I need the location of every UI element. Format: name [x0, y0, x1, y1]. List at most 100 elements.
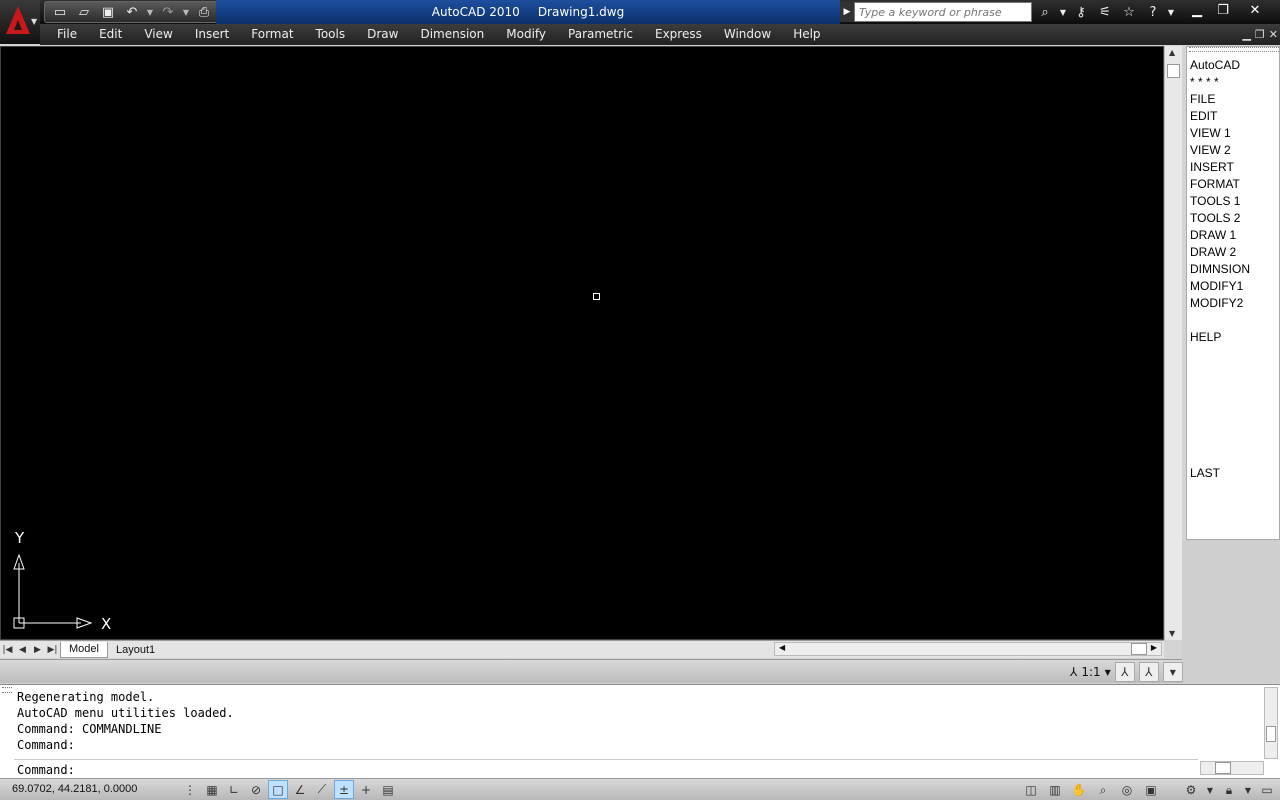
dynamic-ucs-icon[interactable]: ⟋: [312, 780, 332, 799]
minimize-button[interactable]: ▁: [1184, 0, 1210, 20]
tab-layout1[interactable]: Layout1: [108, 642, 163, 658]
save-icon[interactable]: ▣: [97, 2, 119, 22]
infocenter-search-input[interactable]: [854, 2, 1032, 22]
screen-menu-item[interactable]: TOOLS 2: [1187, 210, 1279, 227]
screen-menu-item[interactable]: FORMAT: [1187, 176, 1279, 193]
undo-icon[interactable]: ↶: [121, 2, 143, 22]
quick-view-layouts-icon[interactable]: ▥: [1044, 781, 1066, 800]
zoom-icon[interactable]: ⌕: [1092, 781, 1114, 800]
application-menu-button[interactable]: ▼: [0, 0, 40, 44]
chevron-down-icon[interactable]: ▼: [1204, 781, 1216, 800]
menu-edit[interactable]: Edit: [88, 24, 133, 45]
menu-draw[interactable]: Draw: [356, 24, 409, 45]
screen-menu-item[interactable]: MODIFY1: [1187, 278, 1279, 295]
doc-close-icon[interactable]: ✕: [1269, 28, 1278, 41]
subscription-key-icon[interactable]: ⚷: [1070, 2, 1092, 22]
open-folder-icon[interactable]: ▱: [73, 2, 95, 22]
screen-menu-item[interactable]: DIMNSION: [1187, 261, 1279, 278]
scrollbar-thumb[interactable]: [1167, 64, 1180, 78]
screen-menu-item[interactable]: * * * *: [1187, 74, 1279, 91]
restore-button[interactable]: ❐: [1210, 0, 1236, 20]
menu-insert[interactable]: Insert: [184, 24, 240, 45]
command-horizontal-scrollbar[interactable]: [1200, 761, 1264, 775]
chevron-down-icon[interactable]: ▼: [1242, 781, 1254, 800]
object-snap-icon[interactable]: □: [268, 780, 288, 799]
coordinate-display[interactable]: 69.0702, 44.2181, 0.0000: [12, 783, 137, 795]
menu-format[interactable]: Format: [240, 24, 304, 45]
scroll-right-icon[interactable]: ▶: [1151, 643, 1157, 652]
new-file-icon[interactable]: ▭: [49, 2, 71, 22]
annotation-visibility-icon[interactable]: ⅄: [1114, 662, 1135, 682]
tab-last-icon[interactable]: ▶|: [45, 642, 60, 658]
screen-menu-item[interactable]: FILE: [1187, 91, 1279, 108]
drawing-canvas[interactable]: Y X: [0, 46, 1164, 640]
quick-properties-icon[interactable]: ▤: [378, 780, 398, 799]
help-icon[interactable]: ?: [1142, 2, 1164, 22]
communication-center-icon[interactable]: ⚟: [1094, 2, 1116, 22]
search-dropdown-icon[interactable]: ▼: [1058, 2, 1068, 22]
workspace-switch-icon[interactable]: ⚙: [1180, 781, 1202, 800]
menu-tools[interactable]: Tools: [305, 24, 357, 45]
lock-icon[interactable]: 🔒︎: [1218, 781, 1240, 800]
screen-menu-item[interactable]: EDIT: [1187, 108, 1279, 125]
clean-screen-icon[interactable]: ▭: [1256, 781, 1278, 800]
screen-menu-item[interactable]: TOOLS 1: [1187, 193, 1279, 210]
auto-scale-icon[interactable]: ⅄: [1138, 662, 1159, 682]
chevron-down-icon[interactable]: ▼: [1105, 668, 1111, 677]
plot-printer-icon[interactable]: ⎙: [193, 2, 215, 22]
screen-menu-item[interactable]: INSERT: [1187, 159, 1279, 176]
screen-menu-item[interactable]: DRAW 2: [1187, 244, 1279, 261]
scroll-up-icon[interactable]: ▲: [1169, 48, 1175, 57]
screen-menu-item[interactable]: MODIFY2: [1187, 295, 1279, 312]
tab-next-icon[interactable]: ▶: [30, 642, 45, 658]
command-window-grip[interactable]: [2, 687, 12, 693]
canvas-vertical-scrollbar[interactable]: ▲ ▼: [1164, 46, 1182, 640]
screen-menu-item[interactable]: AutoCAD: [1187, 57, 1279, 74]
scrollbar-thumb[interactable]: [1266, 726, 1276, 742]
menu-window[interactable]: Window: [713, 24, 782, 45]
ortho-mode-icon[interactable]: ∟: [224, 780, 244, 799]
scrollbar-thumb[interactable]: [1215, 762, 1231, 774]
canvas-horizontal-scrollbar[interactable]: ◀ ▶: [774, 642, 1162, 656]
redo-dropdown-icon[interactable]: ▼: [181, 2, 191, 22]
status-menu-icon[interactable]: ▼: [1162, 662, 1183, 682]
menu-express[interactable]: Express: [644, 24, 713, 45]
scrollbar-thumb[interactable]: [1131, 643, 1147, 655]
tab-first-icon[interactable]: |◀: [0, 642, 15, 658]
menu-view[interactable]: View: [133, 24, 183, 45]
grid-display-icon[interactable]: ▦: [202, 780, 222, 799]
polar-tracking-icon[interactable]: ⊘: [246, 780, 266, 799]
doc-minimize-icon[interactable]: ▁: [1242, 28, 1250, 41]
steering-wheel-icon[interactable]: ◎: [1116, 781, 1138, 800]
undo-dropdown-icon[interactable]: ▼: [145, 2, 155, 22]
showmotion-icon[interactable]: ▣: [1140, 781, 1162, 800]
screen-menu-item[interactable]: HELP: [1187, 329, 1279, 346]
command-input[interactable]: [80, 763, 1181, 777]
menu-parametric[interactable]: Parametric: [557, 24, 644, 45]
lineweight-icon[interactable]: +: [356, 780, 376, 799]
command-vertical-scrollbar[interactable]: [1264, 687, 1278, 759]
menu-dimension[interactable]: Dimension: [409, 24, 495, 45]
pan-icon[interactable]: ✋: [1068, 781, 1090, 800]
menu-file[interactable]: File: [46, 24, 88, 45]
model-space-icon[interactable]: ◫: [1020, 781, 1042, 800]
menu-help[interactable]: Help: [782, 24, 831, 45]
tab-prev-icon[interactable]: ◀: [15, 642, 30, 658]
favorites-star-icon[interactable]: ☆: [1118, 2, 1140, 22]
screen-menu-item[interactable]: VIEW 2: [1187, 142, 1279, 159]
redo-icon[interactable]: ↷: [157, 2, 179, 22]
close-button[interactable]: ✕: [1242, 0, 1268, 20]
annotation-scale-value[interactable]: 1:1: [1081, 665, 1100, 679]
scroll-left-icon[interactable]: ◀: [779, 643, 785, 652]
scroll-down-icon[interactable]: ▼: [1169, 629, 1175, 638]
screen-menu-item[interactable]: VIEW 1: [1187, 125, 1279, 142]
object-snap-tracking-icon[interactable]: ∠: [290, 780, 310, 799]
menu-modify[interactable]: Modify: [495, 24, 557, 45]
screen-menu-grip[interactable]: [1189, 47, 1279, 52]
doc-restore-icon[interactable]: ❐: [1255, 28, 1265, 41]
dynamic-input-icon[interactable]: ±: [334, 780, 354, 799]
snap-mode-icon[interactable]: ⋮: [180, 780, 200, 799]
screen-menu-item[interactable]: DRAW 1: [1187, 227, 1279, 244]
help-dropdown-icon[interactable]: ▼: [1166, 2, 1176, 22]
screen-menu-last[interactable]: LAST: [1187, 465, 1279, 482]
